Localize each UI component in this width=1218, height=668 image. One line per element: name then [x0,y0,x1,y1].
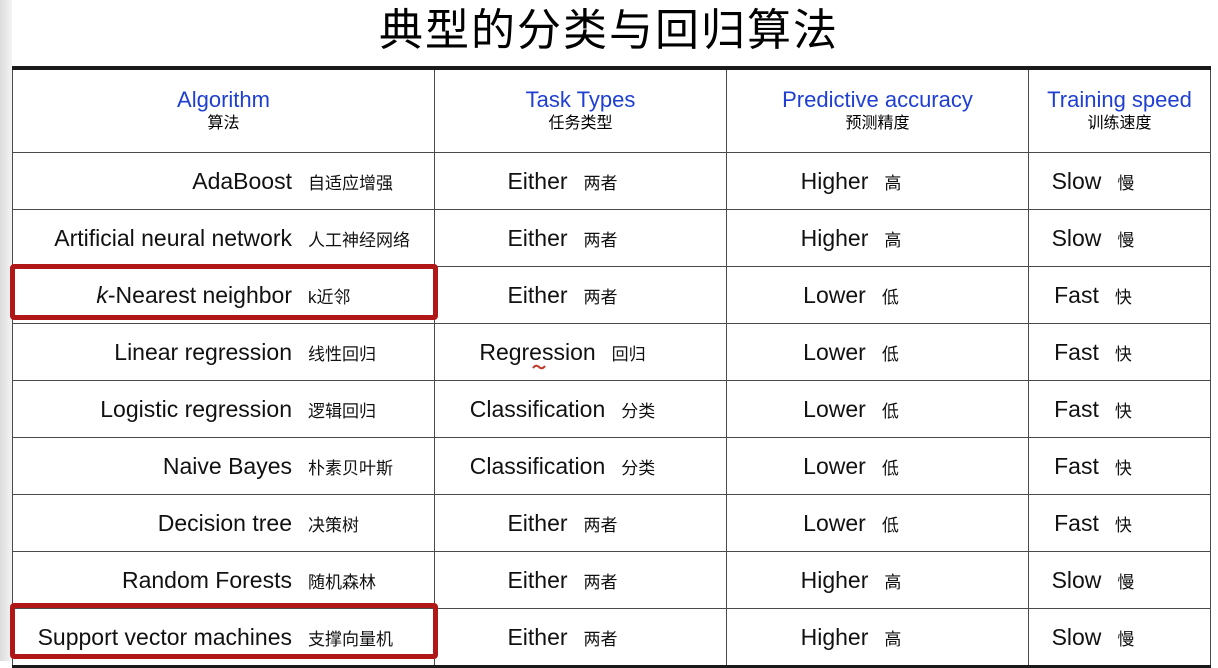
accuracy-cell: Lower 低 [726,494,1029,552]
speed-cell: Fast 快 [1028,437,1211,495]
table-row: Random Forests 随机森林 Either 两者 Higher 高 Slow… [12,551,1211,609]
task-cell: Either 两者 [434,209,727,267]
header-training-speed: Training speed 训练速度 [1028,67,1211,153]
speed-cell: Fast 快 [1028,266,1211,324]
table-row: Linear regression 线性回归 Regression 回归 Lower… [12,323,1211,381]
speed-cell: Fast 快 [1028,494,1211,552]
task-cell: Either 两者 [434,551,727,609]
speed-cell: Fast 快 [1028,323,1211,381]
table-row: Naive Bayes 朴素贝叶斯 Classification 分类 Lower 低… [12,437,1211,495]
highlight-box-knn [10,264,438,320]
header-algorithm: Algorithm 算法 [12,67,435,153]
table-row: Logistic regression 逻辑回归 Classification 分类… [12,380,1211,438]
accuracy-cell: Higher 高 [726,209,1029,267]
task-cell: Either 两者 [434,266,727,324]
accuracy-cell: Lower 低 [726,323,1029,381]
algorithm-table: Algorithm 算法 Task Types 任务类型 Predictive ac… [12,66,1211,668]
speed-cell: Slow 慢 [1028,551,1211,609]
task-cell: Classification 分类 [434,380,727,438]
task-cell: Either 两者 [434,608,727,667]
table-row: Artificial neural network 人工神经网络 Either 两者… [12,209,1211,267]
header-task-types: Task Types 任务类型 [434,67,727,153]
table-row: AdaBoost 自适应增强 Either 两者 Higher 高 Slow 慢 [12,152,1211,210]
annotation-mark [532,364,546,370]
accuracy-cell: Higher 高 [726,152,1029,210]
speed-cell: Slow 慢 [1028,152,1211,210]
accuracy-cell: Lower 低 [726,437,1029,495]
algorithm-cell: Linear regression 线性回归 [12,323,435,381]
highlight-box-svm [10,603,438,659]
accuracy-cell: Higher 高 [726,551,1029,609]
header-row: Algorithm 算法 Task Types 任务类型 Predictive ac… [12,67,1211,153]
accuracy-cell: Lower 低 [726,266,1029,324]
algorithm-cell: Random Forests 随机森林 [12,551,435,609]
task-cell: Either 两者 [434,494,727,552]
task-cell: Regression 回归 [434,323,727,381]
accuracy-cell: Lower 低 [726,380,1029,438]
task-cell: Classification 分类 [434,437,727,495]
accuracy-cell: Higher 高 [726,608,1029,667]
header-predictive-accuracy: Predictive accuracy 预测精度 [726,67,1029,153]
speed-cell: Slow 慢 [1028,608,1211,667]
speed-cell: Fast 快 [1028,380,1211,438]
algorithm-cell: Artificial neural network 人工神经网络 [12,209,435,267]
algorithm-cell: Decision tree 决策树 [12,494,435,552]
task-cell: Either 两者 [434,152,727,210]
slide-title: 典型的分类与回归算法 [379,5,839,56]
table-row: Decision tree 决策树 Either 两者 Lower 低 Fast 快 [12,494,1211,552]
algorithm-cell: Logistic regression 逻辑回归 [12,380,435,438]
slide-edge [0,0,12,661]
speed-cell: Slow 慢 [1028,209,1211,267]
algorithm-cell: AdaBoost 自适应增强 [12,152,435,210]
algorithm-cell: Naive Bayes 朴素贝叶斯 [12,437,435,495]
